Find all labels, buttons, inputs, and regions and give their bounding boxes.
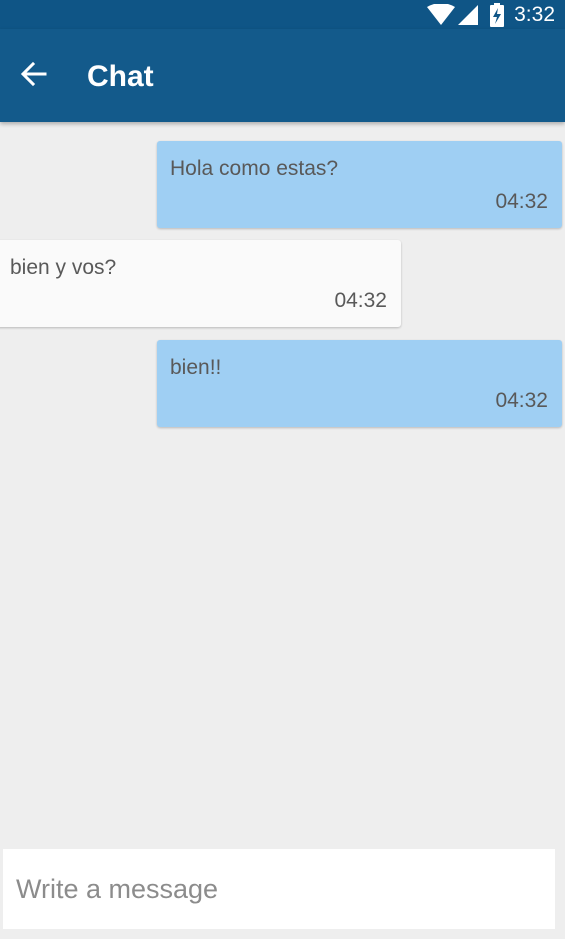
back-button[interactable] <box>10 52 58 100</box>
message-text: bien!! <box>170 356 222 379</box>
battery-charging-icon <box>490 2 505 27</box>
wifi-icon <box>427 3 456 26</box>
page-title: Chat <box>87 60 154 93</box>
message-time: 04:32 <box>495 190 548 213</box>
message-time: 04:32 <box>334 289 387 312</box>
app-bar: Chat <box>0 29 565 122</box>
message-input[interactable] <box>3 849 555 929</box>
status-bar: 3:32 <box>0 0 565 29</box>
arrow-left-icon <box>20 60 48 93</box>
message-text: Hola como estas? <box>170 157 339 180</box>
status-time: 3:32 <box>514 3 555 26</box>
message-composer <box>3 849 555 929</box>
message-time: 04:32 <box>495 389 548 412</box>
status-icons: 3:32 <box>427 0 555 29</box>
message-bubble-incoming[interactable]: bien y vos? 04:32 <box>0 240 401 327</box>
cell-signal-icon <box>457 4 479 26</box>
message-text: bien y vos? <box>10 256 117 279</box>
message-bubble-outgoing[interactable]: bien!! 04:32 <box>157 340 562 427</box>
message-bubble-outgoing[interactable]: Hola como estas? 04:32 <box>157 141 562 228</box>
message-list: Hola como estas? 04:32 bien y vos? 04:32… <box>0 122 565 842</box>
